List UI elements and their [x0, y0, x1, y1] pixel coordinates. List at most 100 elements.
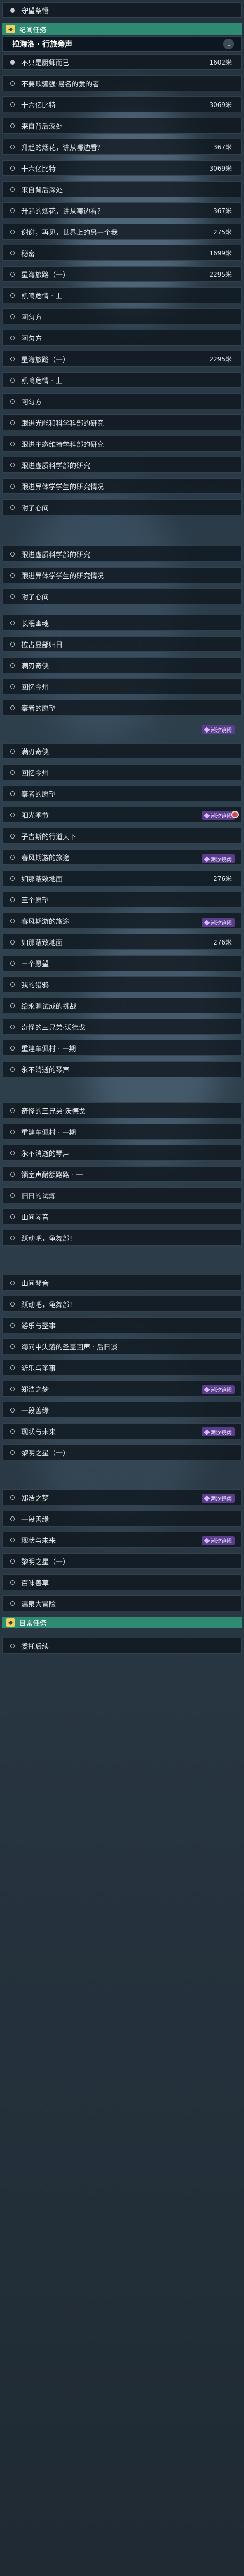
quest-name: 来自背后深处	[21, 186, 63, 195]
quest-row[interactable]: 守望条悟	[2, 2, 242, 18]
quest-row[interactable]: 我的猎鸦	[2, 976, 242, 992]
quest-row[interactable]: 温泉大冒险	[2, 1595, 242, 1611]
chevron-icon[interactable]: ⌄	[223, 39, 234, 49]
quest-status-icon	[10, 1344, 15, 1349]
quest-name: 跟进光能和科学科部的研究	[21, 419, 104, 428]
tide-icon	[204, 1386, 210, 1393]
quest-distance: 3069米	[209, 101, 232, 109]
quest-status-icon	[10, 229, 15, 234]
quest-row[interactable]: 海问中失落的圣盖回声 · 后日谈	[2, 1338, 242, 1354]
quest-row[interactable]: 给永测试成的挑战	[2, 998, 242, 1013]
quest-card-selected[interactable]: 拉海洛 · 行旅旁声 ⌄	[2, 36, 242, 52]
quest-row[interactable]: 跟进虚质科学部的研究	[2, 546, 242, 562]
quest-status-icon	[10, 770, 15, 775]
quest-row[interactable]: 星海旅路（一） 2295米	[2, 266, 242, 282]
quest-row[interactable]: 拉占显部归日	[2, 636, 242, 652]
quest-row[interactable]: 跟进异体学学生的研究情况	[2, 567, 242, 583]
quest-row[interactable]: 秦者的愿望	[2, 700, 242, 716]
quest-row[interactable]: 旧日的试炼	[2, 1187, 242, 1203]
quest-row[interactable]: 山间琴音	[2, 1208, 242, 1224]
quest-row[interactable]: 黎明之星（一）	[2, 1553, 242, 1569]
quest-row[interactable]: 跟进虚质科学部的研究	[2, 457, 242, 473]
quest-row[interactable]: 如那蔽致地面 276米	[2, 870, 242, 886]
quest-row[interactable]: 子吉斯的行道天下	[2, 828, 242, 844]
quest-row[interactable]: 百味善草	[2, 1574, 242, 1590]
quest-row[interactable]: 秘密 1699米	[2, 245, 242, 261]
quest-row[interactable]: 三个愿望	[2, 955, 242, 971]
quest-row[interactable]: 一段善缘	[2, 1511, 242, 1527]
quest-row[interactable]: 委托后续	[2, 1638, 242, 1654]
quest-row[interactable]: 阿匀方	[2, 330, 242, 346]
quest-row[interactable]: 奇怪的三兄弟·沃德戈	[2, 1019, 242, 1035]
quest-row[interactable]: 如那蔽致地面 276米	[2, 934, 242, 950]
quest-row[interactable]: 永不消逝的琴声	[2, 1061, 242, 1077]
quest-row[interactable]: 回忆今州	[2, 678, 242, 694]
quest-row[interactable]: 谢谢，再见，世界上的另一个我 275米	[2, 224, 242, 240]
tide-icon	[204, 726, 210, 733]
quest-row[interactable]: 跟进主态维持学科部的研究	[2, 436, 242, 452]
quest-row[interactable]: 黎明之星（一）	[2, 1444, 242, 1460]
quest-status-icon	[10, 1386, 15, 1391]
quest-row[interactable]: 十六亿比特 3069米	[2, 160, 242, 176]
quest-row[interactable]: 附子心间	[2, 499, 242, 515]
quest-row[interactable]: 跃动吧，龟舞部!	[2, 1296, 242, 1312]
quest-row[interactable]: 阿匀方	[2, 393, 242, 409]
quest-row[interactable]: 阿匀方	[2, 308, 242, 324]
quest-row[interactable]: 跟进异体学学生的研究情况	[2, 478, 242, 494]
quest-status-icon	[10, 1365, 15, 1370]
quest-name: 山间琴音	[21, 1213, 49, 1222]
quest-row[interactable]: 秦者的愿望	[2, 786, 242, 801]
quest-status-icon	[10, 1516, 15, 1521]
quest-row[interactable]: 不只是厨师而已 1602米	[2, 54, 242, 70]
section-header-side-quests[interactable]: ◆ 纪闻任务	[2, 23, 242, 35]
quest-row[interactable]: 升起的烟花，讲从哪边看？ 367米	[2, 202, 242, 218]
quest-name: 跃动吧，龟舞部!	[21, 1301, 73, 1309]
quest-name: 拉占显部归日	[21, 641, 63, 649]
quest-name: 凯鸣危情 · 上	[21, 377, 63, 385]
quest-row[interactable]: 锁室声耐额路路 · 一	[2, 1166, 242, 1182]
quest-row[interactable]: 满刃奇侠	[2, 743, 242, 759]
quest-distance: 367米	[213, 143, 232, 151]
quest-row[interactable]: 山间琴音	[2, 1275, 242, 1291]
quest-row[interactable]: 重建车佩村 · 一期	[2, 1040, 242, 1056]
quest-status-icon	[10, 1045, 15, 1051]
quest-row[interactable]: 凯鸣危情 · 上	[2, 372, 242, 388]
quest-status-icon	[10, 854, 15, 860]
tracked-marker-icon[interactable]	[231, 811, 239, 818]
quest-row[interactable]: 附子心间	[2, 588, 242, 604]
quest-row[interactable]: 不要欺骗强·易名的爱的者	[2, 75, 242, 91]
quest-row[interactable]: 十六亿比特 3069米	[2, 96, 242, 112]
quest-row[interactable]: 满刃奇侠	[2, 657, 242, 673]
quest-row[interactable]: 三个愿望	[2, 892, 242, 907]
quest-name: 十六亿比特	[21, 165, 56, 173]
quest-row[interactable]: 长眠幽魂	[2, 615, 242, 631]
quest-name: 永不消逝的琴声	[21, 1150, 70, 1158]
quest-distance: 3069米	[209, 164, 232, 172]
event-badge: 潮汐镜阈	[202, 854, 235, 863]
quest-row[interactable]: 星海旅路（一） 2295米	[2, 351, 242, 367]
quest-status-icon	[10, 1280, 15, 1285]
quest-status-icon	[10, 705, 15, 710]
event-badge: 潮汐镜阈	[202, 1427, 235, 1436]
quest-name: 山间琴音	[21, 1280, 49, 1288]
quest-status-icon	[10, 1643, 15, 1648]
quest-name: 重建车佩村 · 一期	[21, 1045, 76, 1053]
quest-row[interactable]: 回忆今州	[2, 764, 242, 780]
quest-row[interactable]: 奇怪的三兄弟·沃德戈	[2, 1102, 242, 1118]
quest-row[interactable]: 跃动吧，龟舞部!	[2, 1230, 242, 1246]
quest-row[interactable]: 重建车佩村 · 一期	[2, 1124, 242, 1140]
quest-name: 跃动吧，龟舞部!	[21, 1234, 73, 1243]
quest-status-icon	[10, 1066, 15, 1072]
quest-name: 如那蔽致地面	[21, 939, 63, 947]
quest-row[interactable]: 升起的烟花，讲从哪边看？ 367米	[2, 139, 242, 155]
quest-row[interactable]: 永不消逝的琴声	[2, 1145, 242, 1161]
quest-row[interactable]: 来自背后深处	[2, 181, 242, 197]
quest-row[interactable]: 游乐与圣事	[2, 1317, 242, 1333]
quest-status-icon	[10, 1301, 15, 1307]
quest-row[interactable]: 凯鸣危情 · 上	[2, 287, 242, 303]
quest-row[interactable]: 一段善缘	[2, 1402, 242, 1418]
quest-row[interactable]: 来自背后深处	[2, 118, 242, 134]
quest-row[interactable]: 游乐与圣事	[2, 1360, 242, 1375]
section-header-daily-quests[interactable]: ◆ 日常任务	[2, 1617, 242, 1628]
quest-row[interactable]: 跟进光能和科学科部的研究	[2, 414, 242, 430]
